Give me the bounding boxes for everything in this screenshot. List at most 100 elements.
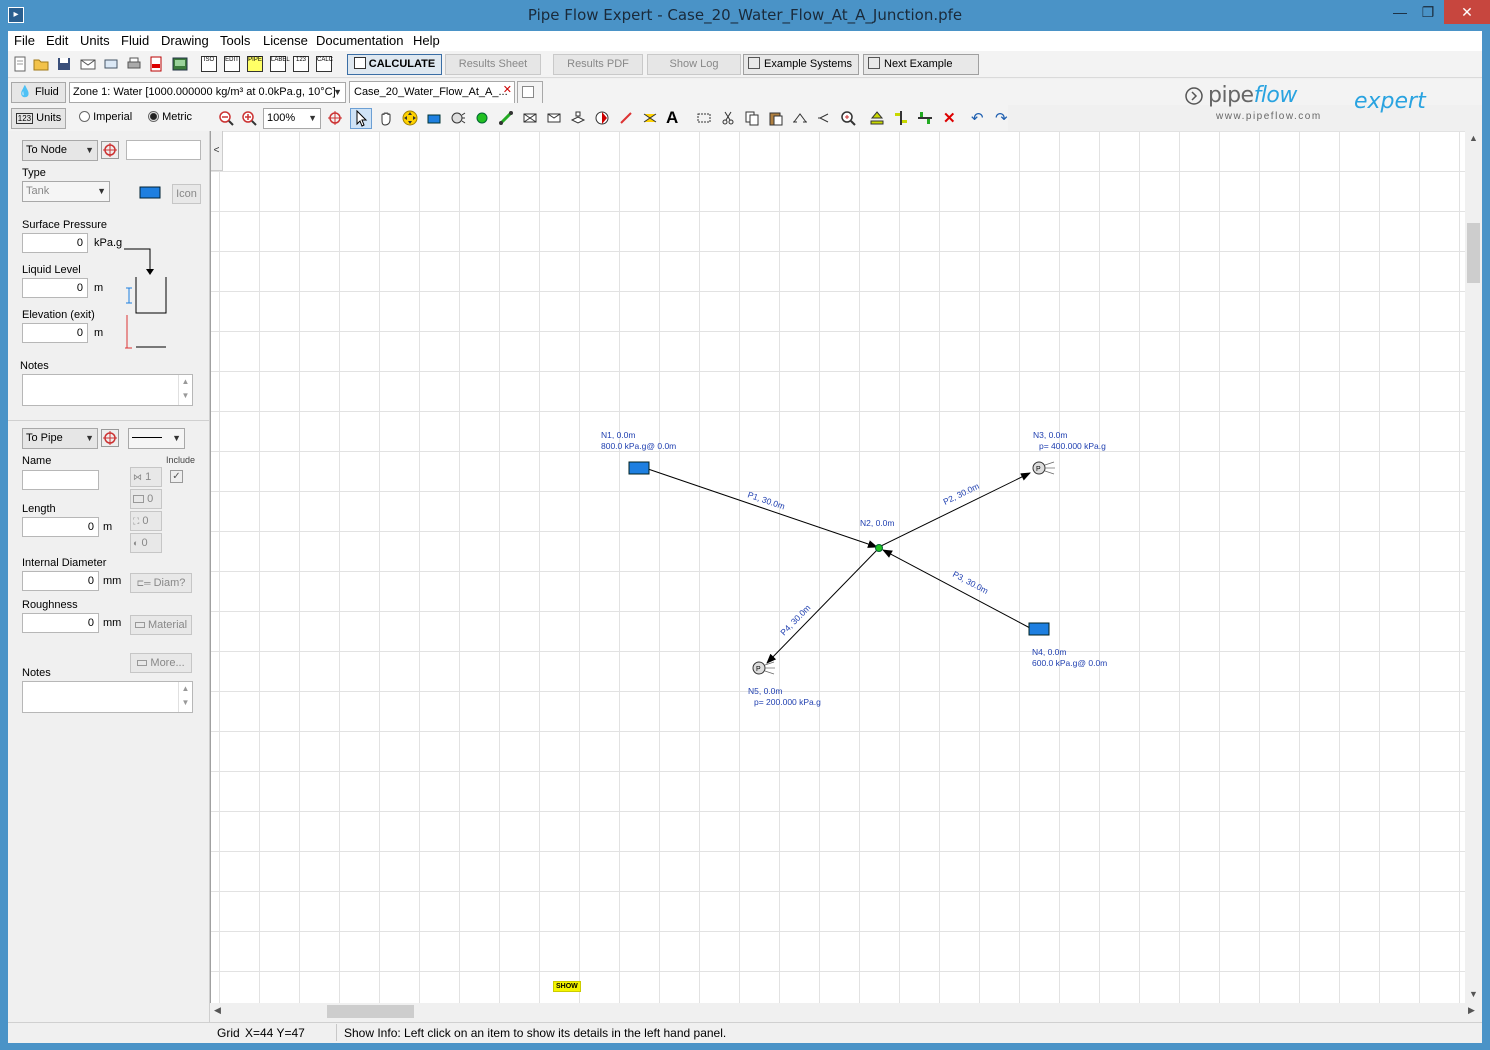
elevation-icon[interactable] xyxy=(869,110,885,126)
pipe-p3[interactable] xyxy=(882,549,1031,629)
pump-icon[interactable] xyxy=(594,110,610,126)
zoom-select[interactable]: 100% ▼ xyxy=(263,108,321,129)
iso-icon[interactable]: ISO xyxy=(201,56,217,72)
flip-horizontal-icon[interactable] xyxy=(792,110,808,126)
calculate-button[interactable]: CALCULATE xyxy=(347,54,442,75)
surface-pressure-input[interactable]: 0 xyxy=(22,233,88,253)
control-valve-icon[interactable] xyxy=(642,110,658,126)
minimize-button[interactable]: — xyxy=(1386,0,1414,24)
pipe-name-input[interactable] xyxy=(22,470,99,490)
calc-icon[interactable]: CALC xyxy=(316,56,333,72)
roughness-input[interactable]: 0 xyxy=(22,613,99,633)
menu-help[interactable]: Help xyxy=(413,33,440,48)
show-log-button[interactable]: Show Log xyxy=(647,54,741,75)
line-style-select[interactable]: ▼ xyxy=(128,428,185,449)
node-selector[interactable]: To Node ▼ xyxy=(22,140,98,161)
copy-icon[interactable] xyxy=(744,110,760,126)
zoom-out-icon[interactable] xyxy=(218,110,234,126)
menu-edit[interactable]: Edit xyxy=(46,33,68,48)
example-systems-button[interactable]: Example Systems xyxy=(743,54,859,75)
pipe-selector[interactable]: To Pipe ▼ xyxy=(22,428,98,449)
type-select[interactable]: Tank ▼ xyxy=(22,181,110,202)
email-icon[interactable] xyxy=(80,56,96,72)
vertical-scrollbar[interactable]: ▲ ▼ xyxy=(1465,131,1482,1003)
redo-icon[interactable]: ↷ xyxy=(995,109,1008,127)
liquid-level-input[interactable]: 0 xyxy=(22,278,88,298)
maximize-button[interactable]: ❐ xyxy=(1414,0,1442,24)
select-pointer-button[interactable] xyxy=(350,108,372,129)
length-input[interactable]: 0 xyxy=(22,517,99,537)
pdf-icon[interactable] xyxy=(148,56,164,72)
new-tab-button[interactable] xyxy=(517,81,543,103)
pipe-draw-icon[interactable] xyxy=(498,110,514,126)
label-icon[interactable]: LABEL xyxy=(270,56,290,72)
pipe-p1[interactable] xyxy=(647,468,878,548)
cut-icon[interactable] xyxy=(720,110,736,126)
node-name-input[interactable] xyxy=(126,140,201,160)
show-badge[interactable]: SHOW xyxy=(553,981,581,992)
drawing-canvas[interactable]: < P1, 30.0m P2, 30.0m P3, 30.0m P4, 30.0… xyxy=(210,131,1465,1003)
pipe-p2[interactable] xyxy=(878,472,1031,548)
imperial-radio[interactable]: Imperial xyxy=(79,111,132,123)
fitting-icon[interactable] xyxy=(546,110,562,126)
metric-radio[interactable]: Metric xyxy=(148,111,192,123)
diam-button[interactable]: ⊏═ Diam? xyxy=(130,573,192,593)
scroll-up-icon[interactable]: ▲ xyxy=(1469,133,1478,143)
tab-case-20[interactable]: Case_20_Water_Flow_At_A_... ✕ xyxy=(349,81,515,103)
node-n5-end-pressure[interactable]: P xyxy=(752,661,775,675)
next-example-button[interactable]: Next Example xyxy=(863,54,979,75)
scroll-down-icon[interactable]: ▼ xyxy=(1469,989,1478,999)
menu-license[interactable]: License xyxy=(263,33,308,48)
menu-fluid[interactable]: Fluid xyxy=(121,33,149,48)
elevation-input[interactable]: 0 xyxy=(22,323,88,343)
export-icon[interactable] xyxy=(103,56,119,72)
more-button[interactable]: More... xyxy=(130,653,192,673)
pan-hand-icon[interactable] xyxy=(378,110,394,126)
menu-drawing[interactable]: Drawing xyxy=(161,33,209,48)
results-sheet-button[interactable]: Results Sheet xyxy=(445,54,541,75)
print-icon[interactable] xyxy=(126,56,142,72)
scroll-arrows-icon[interactable]: ▲ ▼ xyxy=(178,682,192,712)
join-point-icon[interactable] xyxy=(474,110,490,126)
marquee-select-icon[interactable] xyxy=(696,110,712,126)
node-notes-textarea[interactable]: ▲ ▼ xyxy=(22,374,193,406)
valve-icon[interactable] xyxy=(570,110,586,126)
node-n1-tank[interactable] xyxy=(628,461,650,475)
horizontal-scrollbar[interactable]: ◀ ▶ xyxy=(210,1003,1482,1020)
align-vertical-icon[interactable] xyxy=(893,110,909,126)
menu-file[interactable]: File xyxy=(14,33,35,48)
fitting-count-button[interactable]: 0 xyxy=(130,489,162,509)
component-icon[interactable] xyxy=(522,110,538,126)
horizontal-scroll-thumb[interactable] xyxy=(327,1005,414,1018)
include-checkbox[interactable]: ✓ xyxy=(170,470,183,483)
scroll-right-icon[interactable]: ▶ xyxy=(1468,1005,1475,1016)
close-button[interactable]: ✕ xyxy=(1444,0,1490,24)
image-export-icon[interactable] xyxy=(172,56,188,72)
menu-documentation[interactable]: Documentation xyxy=(316,33,403,48)
units-button[interactable]: 123 Units xyxy=(11,108,66,129)
node-locate-icon[interactable] xyxy=(101,141,119,159)
zone-select[interactable]: Zone 1: Water [1000.000000 kg/m³ at 0.0k… xyxy=(69,82,346,103)
paste-icon[interactable] xyxy=(768,110,784,126)
material-button[interactable]: Material xyxy=(130,615,192,635)
node-n2-junction[interactable] xyxy=(875,544,883,552)
pipe-locate-icon[interactable] xyxy=(101,429,119,447)
menu-tools[interactable]: Tools xyxy=(220,33,250,48)
component-count-button[interactable]: ⋈ 1 xyxy=(130,467,162,487)
scroll-arrows-icon[interactable]: ▲ ▼ xyxy=(178,375,192,405)
pipe-notes-textarea[interactable]: ▲ ▼ xyxy=(22,681,193,713)
new-file-icon[interactable] xyxy=(12,56,28,72)
rotate-icon[interactable] xyxy=(816,110,832,126)
edit-icon[interactable]: EDIT xyxy=(224,56,240,72)
delete-icon[interactable]: ✕ xyxy=(943,109,956,127)
menu-units[interactable]: Units xyxy=(80,33,110,48)
numbers-icon[interactable]: 123 xyxy=(293,56,309,72)
open-folder-icon[interactable] xyxy=(33,56,49,72)
icon-button[interactable]: Icon xyxy=(172,184,201,204)
node-n4-tank[interactable] xyxy=(1028,622,1050,636)
undo-icon[interactable]: ↶ xyxy=(971,109,984,127)
valve-count-button[interactable]: ⛶ 0 xyxy=(130,511,162,531)
tab-close-icon[interactable]: ✕ xyxy=(503,82,512,100)
pipe-p4[interactable] xyxy=(766,548,879,664)
align-horizontal-icon[interactable] xyxy=(917,110,933,126)
